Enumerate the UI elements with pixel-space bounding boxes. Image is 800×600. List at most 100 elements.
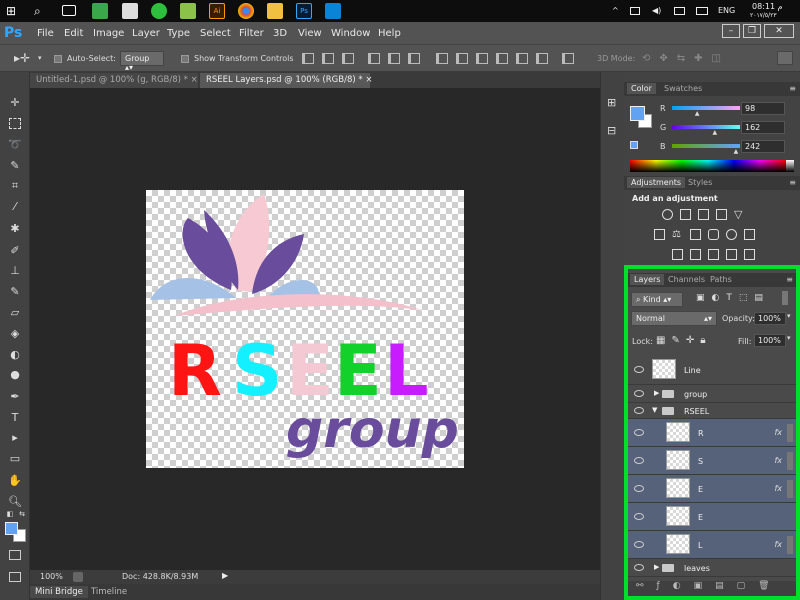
gradient-map-icon[interactable]	[744, 249, 755, 260]
red-slider-handle[interactable]: ▲	[695, 110, 700, 117]
lasso-tool-icon[interactable]: ➰	[7, 138, 23, 151]
channel-mixer-icon[interactable]	[726, 229, 737, 240]
opacity-slider-icon[interactable]: ▾	[787, 312, 791, 320]
move-tool-preset-icon[interactable]: ▸✛	[14, 51, 30, 65]
expand-arrow-icon[interactable]: ▶	[654, 563, 659, 571]
move-tool-icon[interactable]: ✛	[7, 96, 23, 109]
opacity-value[interactable]: 100%	[754, 312, 786, 325]
path-selection-tool-icon[interactable]: ▸	[7, 431, 23, 444]
language-indicator[interactable]: ENG	[718, 6, 735, 15]
search-icon[interactable]: ⌕	[34, 3, 50, 19]
align-horizontal-center-icon[interactable]	[388, 53, 400, 64]
notifications-icon[interactable]	[674, 7, 685, 15]
tab-swatches[interactable]: Swatches	[660, 83, 706, 94]
effects-toggle[interactable]	[787, 452, 793, 470]
quick-mask-icon[interactable]	[9, 550, 21, 560]
pen-tool-icon[interactable]: ✒	[7, 390, 23, 403]
layer-name[interactable]: E	[698, 513, 703, 522]
red-value[interactable]: 98	[741, 102, 785, 115]
dodge-tool-icon[interactable]: ●	[7, 368, 23, 381]
posterize-icon[interactable]	[690, 249, 701, 260]
status-arrow-icon[interactable]: ▶	[222, 571, 228, 580]
blue-slider[interactable]	[672, 144, 740, 148]
menu-help[interactable]: Help	[378, 28, 401, 39]
tab-paths[interactable]: Paths	[706, 274, 736, 285]
fx-badge[interactable]: fx	[774, 484, 782, 493]
photo-filter-icon[interactable]	[708, 229, 719, 240]
screen-mode-icon[interactable]	[9, 572, 21, 582]
clock-time[interactable]: 08:11 م	[752, 2, 783, 11]
menu-3d[interactable]: 3D	[273, 28, 287, 39]
layer-name[interactable]: leaves	[684, 564, 710, 573]
tab-rseel-layers[interactable]: RSEEL Layers.psd @ 100% (RGB/8) * ×	[200, 73, 372, 88]
threshold-icon[interactable]	[708, 249, 719, 260]
menu-layer[interactable]: Layer	[132, 28, 160, 39]
network-icon[interactable]	[630, 7, 640, 15]
layer-row-l[interactable]: L fx	[628, 531, 796, 559]
align-vertical-center-icon[interactable]	[322, 53, 334, 64]
fill-value[interactable]: 100%	[754, 334, 786, 347]
layer-name[interactable]: group	[684, 390, 707, 399]
distribute-left-icon[interactable]	[496, 53, 508, 64]
restore-button[interactable]: ❐	[743, 24, 761, 38]
menu-image[interactable]: Image	[93, 28, 124, 39]
color-fg-swatch[interactable]	[630, 106, 645, 121]
menu-edit[interactable]: Edit	[64, 28, 83, 39]
crop-tool-icon[interactable]: ⌗	[7, 179, 23, 192]
brush-tool-icon[interactable]: ✐	[7, 244, 23, 257]
align-bottom-icon[interactable]	[342, 53, 354, 64]
type-tool-icon[interactable]: T	[7, 411, 23, 424]
visibility-eye-icon[interactable]	[634, 513, 644, 520]
blue-value[interactable]: 242	[741, 140, 785, 153]
menu-type[interactable]: Type	[167, 28, 190, 39]
auto-select-checkbox[interactable]	[54, 55, 62, 63]
visibility-eye-icon[interactable]	[634, 457, 644, 464]
layer-name[interactable]: L	[698, 541, 702, 550]
calculator-icon[interactable]	[122, 3, 138, 19]
properties-panel-icon[interactable]: ⊟	[607, 124, 616, 137]
visibility-eye-icon[interactable]	[634, 485, 644, 492]
tab-color[interactable]: Color	[627, 83, 656, 94]
explorer-icon[interactable]	[267, 3, 283, 19]
expand-arrow-icon[interactable]: ▶	[654, 389, 659, 397]
close-button[interactable]: ✕	[764, 24, 794, 38]
tray-arrow-icon[interactable]: ^	[612, 6, 619, 15]
canvas-area[interactable]: R S E E L group	[30, 88, 600, 570]
panel-menu-icon[interactable]: ≡	[786, 275, 793, 284]
chrome-icon[interactable]	[238, 3, 254, 19]
hue-saturation-icon[interactable]	[654, 229, 665, 240]
clone-stamp-tool-icon[interactable]: ⊥	[7, 264, 23, 277]
effects-toggle[interactable]	[787, 424, 793, 442]
zoom-level[interactable]: 100%	[40, 572, 63, 581]
effects-toggle[interactable]	[787, 536, 793, 554]
keyboard-icon[interactable]	[696, 7, 708, 15]
illustrator-icon[interactable]: Ai	[209, 3, 225, 19]
layer-name[interactable]: E	[698, 485, 703, 494]
fx-badge[interactable]: fx	[774, 540, 782, 549]
lock-icons[interactable]: ▦✎✛🔒︎	[656, 335, 712, 346]
photoshop-icon[interactable]: Ps	[296, 3, 312, 19]
menu-select[interactable]: Select	[200, 28, 231, 39]
document-canvas[interactable]: R S E E L group	[146, 190, 464, 468]
layer-row-line[interactable]: Line	[628, 355, 796, 385]
history-brush-tool-icon[interactable]: ✎	[7, 285, 23, 298]
tab-channels[interactable]: Channels	[664, 274, 709, 285]
history-panel-icon[interactable]: ⊞	[607, 96, 616, 109]
blur-tool-icon[interactable]: ◐	[7, 348, 23, 361]
layer-name[interactable]: RSEEL	[684, 407, 709, 416]
out-of-gamut-swatch[interactable]	[630, 141, 638, 149]
blend-mode-dropdown[interactable]: Normal ▴▾	[631, 311, 717, 326]
rectangle-tool-icon[interactable]: ▭	[7, 452, 23, 465]
clock-date[interactable]: ٢٠١٧/٥/٢٣	[750, 12, 777, 19]
curves-icon[interactable]	[698, 209, 709, 220]
layer-row-s[interactable]: S fx	[628, 447, 796, 475]
green-value[interactable]: 162	[741, 121, 785, 134]
collapse-arrow-icon[interactable]: ▼	[652, 406, 657, 414]
layer-row-group[interactable]: ▶ group	[628, 385, 796, 403]
distribute-top-icon[interactable]	[436, 53, 448, 64]
layer-filter-kind-dropdown[interactable]: ⌕ Kind ▴▾	[631, 292, 683, 307]
eyedropper-tool-icon[interactable]: ⁄	[7, 200, 23, 213]
windows-icon[interactable]: ⊞	[6, 3, 22, 19]
exposure-icon[interactable]	[716, 209, 727, 220]
align-left-icon[interactable]	[368, 53, 380, 64]
